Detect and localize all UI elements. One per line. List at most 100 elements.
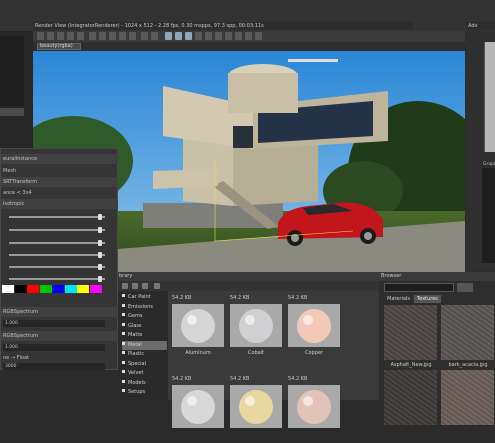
color-swatch[interactable] [2, 285, 14, 293]
browser-path-field[interactable] [384, 283, 454, 292]
slider-knob[interactable] [98, 252, 103, 258]
library-tree-item[interactable]: Velvet [122, 369, 167, 378]
slider-knob[interactable] [98, 227, 103, 233]
render-tool-icon[interactable] [235, 32, 242, 40]
texture-thumbnail[interactable] [441, 305, 494, 360]
property-row[interactable]: SRTTransform [1, 177, 118, 187]
material-thumbnail[interactable]: 54.2 KB Aluminum [170, 292, 224, 362]
share-icon[interactable] [154, 283, 160, 289]
left-panel-selected-item[interactable] [0, 108, 24, 116]
material-thumbnail[interactable]: 54.2 KB [228, 373, 282, 443]
property-row[interactable]: ance < 3x4 [1, 188, 118, 198]
library-tree-item[interactable]: Plastic [122, 350, 167, 359]
slider-knob[interactable] [98, 214, 103, 220]
material-preview-sphere [172, 385, 224, 428]
library-tree-item[interactable]: Glass [122, 322, 167, 331]
right-panel-content [484, 42, 495, 152]
render-tool-icon[interactable] [67, 32, 74, 40]
render-tool-icon[interactable] [205, 32, 212, 40]
texture-thumbnail[interactable] [384, 370, 437, 425]
render-tool-icon[interactable] [175, 32, 182, 40]
value-field[interactable]: 1.000 [3, 320, 105, 327]
material-thumbnail[interactable]: 54.2 KB Copper [286, 292, 340, 362]
color-swatch[interactable] [77, 285, 89, 293]
value-field[interactable]: 1.000 [3, 344, 105, 351]
library-tool-icon[interactable] [122, 283, 128, 289]
folder-icon [122, 303, 125, 307]
property-slider[interactable] [9, 276, 105, 282]
render-tool-icon[interactable] [245, 32, 252, 40]
render-tool-icon[interactable] [255, 32, 262, 40]
property-slider[interactable] [9, 227, 105, 233]
library-tree-label: Car Paint [128, 294, 151, 300]
material-name: Cobalt [247, 350, 265, 356]
render-tool-icon[interactable] [151, 32, 158, 40]
property-row[interactable]: Isotropic [1, 199, 118, 209]
color-swatch[interactable] [14, 285, 27, 293]
material-thumbnail[interactable]: 54.2 KB [286, 373, 340, 443]
library-tree-label: Emissions [128, 303, 153, 310]
graph-panel[interactable] [482, 168, 495, 263]
library-tree-label: Velvet [128, 370, 144, 376]
render-tool-icon[interactable] [129, 32, 136, 40]
spectrum-row[interactable]: RGBSpectrum [1, 307, 118, 317]
render-tool-icon[interactable] [119, 32, 126, 40]
render-tool-icon[interactable] [57, 32, 64, 40]
material-preview-sphere [230, 304, 282, 347]
left-panel-list [0, 36, 24, 106]
tab-textures[interactable]: Textures [414, 295, 441, 303]
folder-icon [122, 313, 125, 316]
render-tool-icon[interactable] [215, 32, 222, 40]
library-tree-item[interactable]: Setups [122, 388, 167, 397]
library-tree-label: Matte [128, 332, 143, 338]
material-preview-sphere [230, 385, 282, 428]
render-tool-icon[interactable] [141, 32, 148, 40]
render-tool-icon[interactable] [225, 32, 232, 40]
render-tool-icon[interactable] [47, 32, 54, 40]
slider-knob[interactable] [98, 276, 103, 282]
slider-knob[interactable] [98, 264, 103, 270]
value-field[interactable]: 3000 [3, 363, 105, 370]
color-swatch[interactable] [52, 285, 64, 293]
tab-materials[interactable]: Materials [384, 295, 413, 303]
library-tree-item[interactable]: Car Paint [122, 293, 167, 302]
material-thumbnail[interactable]: 54.2 KB Cobalt [228, 292, 282, 362]
library-tool-icon[interactable] [132, 283, 138, 289]
render-tool-icon[interactable] [89, 32, 96, 40]
property-row[interactable]: euralInstance [1, 154, 118, 164]
render-tool-icon[interactable] [99, 32, 106, 40]
library-tool-icon[interactable] [142, 283, 148, 289]
render-tool-icon[interactable] [165, 32, 172, 40]
slider-knob[interactable] [98, 240, 103, 246]
material-thumbnail[interactable]: 54.2 KB [170, 373, 224, 443]
color-swatch[interactable] [89, 285, 102, 293]
render-tool-icon[interactable] [37, 32, 44, 40]
render-tool-icon[interactable] [109, 32, 116, 40]
texture-thumbnail[interactable] [441, 370, 494, 425]
color-swatch[interactable] [64, 285, 77, 293]
color-swatch[interactable] [39, 285, 52, 293]
render-tool-icon[interactable] [77, 32, 84, 40]
library-tree-item[interactable]: Models [122, 379, 167, 388]
graph-panel-label: Graph [482, 161, 495, 168]
property-slider[interactable] [9, 252, 105, 258]
property-slider[interactable] [9, 264, 105, 270]
folder-icon [122, 322, 125, 326]
library-tree-item[interactable]: Gems [122, 312, 167, 321]
library-tree-item[interactable]: Matte [122, 331, 167, 340]
library-tree-item[interactable]: Emissions [122, 303, 167, 312]
property-row[interactable]: ne → Float [1, 353, 118, 363]
render-tool-icon[interactable] [195, 32, 202, 40]
spectrum-row[interactable]: RGBSpectrum [1, 331, 118, 341]
render-tool-icon[interactable] [185, 32, 192, 40]
property-slider[interactable] [9, 240, 105, 246]
library-tree-item[interactable]: Metal [122, 340, 167, 350]
browser-go-button[interactable] [457, 283, 473, 292]
tab-beauty[interactable]: beauty(rgba) [37, 43, 81, 50]
property-slider[interactable] [9, 214, 105, 220]
tab-advanced[interactable]: Adv [466, 22, 495, 30]
library-tree-item[interactable]: Special [122, 360, 167, 369]
property-row[interactable]: Mesh [1, 166, 118, 176]
color-swatch[interactable] [27, 285, 39, 293]
texture-thumbnail[interactable] [384, 305, 437, 360]
